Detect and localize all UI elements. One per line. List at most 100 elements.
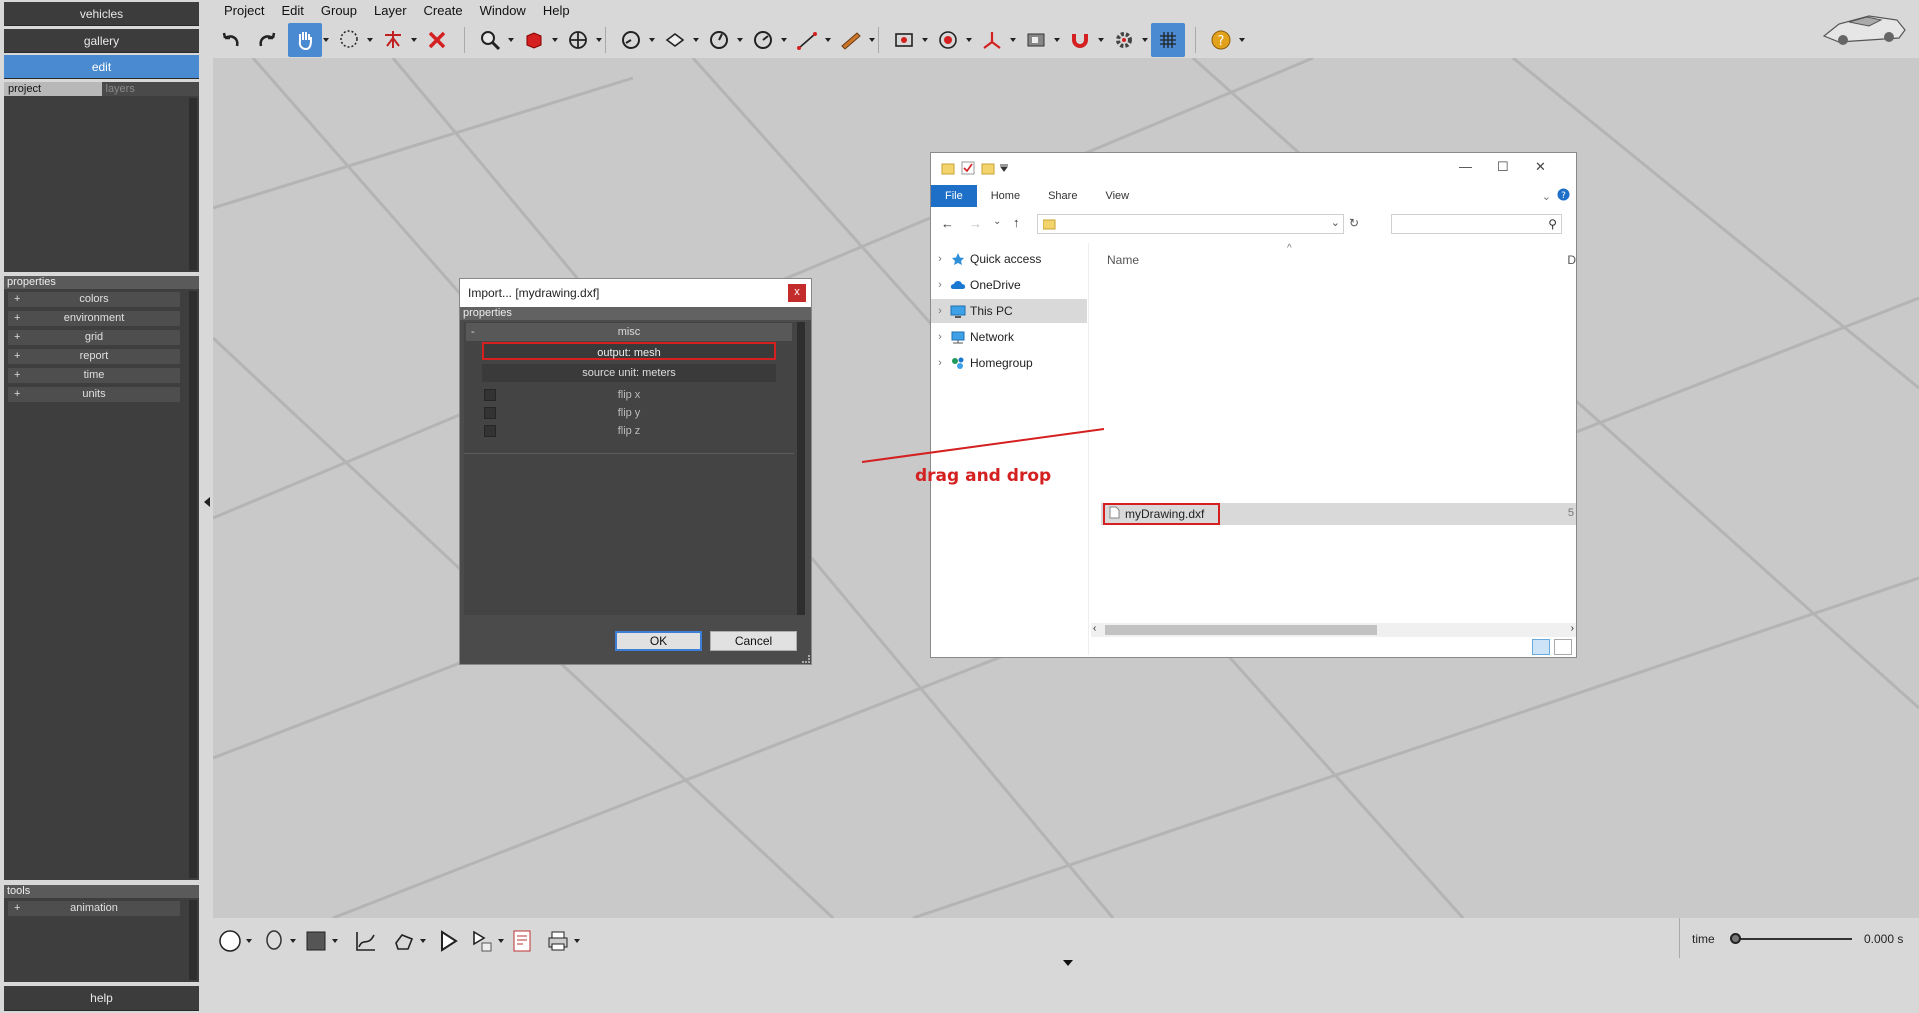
nav-gallery-button[interactable]: gallery (4, 29, 199, 53)
nav-this-pc[interactable]: › This PC (931, 299, 1087, 323)
chevron-right-icon[interactable]: › (931, 305, 949, 317)
gear-icon[interactable] (1107, 23, 1148, 57)
file-row[interactable]: myDrawing.dxf 5 (1101, 503, 1576, 525)
tool-animation[interactable]: + animation (8, 901, 180, 916)
ok-button[interactable]: OK (615, 631, 702, 651)
flip-y-checkbox[interactable] (484, 407, 496, 419)
prop-units[interactable]: + units (8, 387, 180, 402)
nav-homegroup[interactable]: › Homegroup (931, 351, 1087, 375)
new-folder-icon[interactable] (981, 161, 995, 178)
anchor-point-icon[interactable] (376, 23, 417, 57)
axis-icon[interactable] (975, 23, 1016, 57)
forward-arrow-icon[interactable]: → (969, 216, 982, 231)
customize-dropdown-icon[interactable] (999, 163, 1009, 176)
import-dialog-titlebar[interactable]: Import... [mydrawing.dxf] x (460, 279, 811, 307)
help-button[interactable]: help (4, 986, 199, 1011)
hand-pan-icon[interactable] (288, 23, 329, 57)
explorer-titlebar[interactable]: — ☐ ✕ (931, 153, 1576, 181)
nav-edit-button[interactable]: edit (4, 55, 199, 79)
refresh-icon[interactable]: ↻ (1349, 216, 1359, 230)
play-icon[interactable] (431, 924, 465, 958)
record-icon[interactable] (931, 23, 972, 57)
target-frame-icon[interactable] (887, 23, 928, 57)
resize-grip-icon[interactable] (802, 655, 810, 663)
prop-environment[interactable]: + environment (8, 311, 180, 326)
menu-create[interactable]: Create (414, 0, 470, 20)
source-unit-dropdown[interactable]: source unit: meters (482, 364, 776, 382)
misc-group-row[interactable]: - misc (466, 323, 792, 341)
prop-colors[interactable]: + colors (8, 292, 180, 307)
prop-time[interactable]: + time (8, 368, 180, 383)
horizontal-scrollbar[interactable]: ‹ › (1091, 623, 1576, 637)
undo-icon[interactable] (214, 23, 248, 57)
file-item-highlight[interactable]: myDrawing.dxf (1103, 503, 1220, 525)
flip-x-row[interactable]: flip x (482, 386, 776, 404)
close-button[interactable]: x (788, 284, 806, 302)
flip-z-row[interactable]: flip z (482, 422, 776, 440)
minimize-icon[interactable]: — (1459, 159, 1472, 174)
help-icon[interactable]: ? (1204, 23, 1245, 57)
grid-icon[interactable] (1151, 23, 1185, 57)
column-header-date[interactable]: D (1567, 253, 1576, 267)
output-mesh-dropdown[interactable]: output: mesh (482, 342, 776, 360)
map-icon[interactable] (1019, 23, 1060, 57)
measure-icon[interactable] (790, 23, 831, 57)
flip-x-checkbox[interactable] (484, 389, 496, 401)
print-icon[interactable] (541, 924, 580, 958)
address-dropdown-icon[interactable]: ⌄ (1331, 216, 1340, 229)
tab-project[interactable]: project (4, 82, 102, 96)
menu-edit[interactable]: Edit (271, 0, 310, 20)
lasso-select-icon[interactable] (332, 23, 373, 57)
tab-layers[interactable]: layers (102, 82, 200, 96)
circle-shape-icon[interactable] (213, 924, 252, 958)
large-icons-view-icon[interactable] (1554, 639, 1572, 655)
zoom-icon[interactable] (473, 23, 514, 57)
expand-ribbon-chevron-icon[interactable]: ⌄ (1536, 190, 1557, 203)
details-view-icon[interactable] (1532, 639, 1550, 655)
time-slider-track[interactable] (1734, 938, 1852, 940)
help-icon[interactable]: ? (1557, 188, 1576, 204)
menu-group[interactable]: Group (311, 0, 364, 20)
flip-y-row[interactable]: flip y (482, 404, 776, 422)
dial-2-icon[interactable] (702, 23, 743, 57)
cancel-button[interactable]: Cancel (710, 631, 797, 651)
scroll-left-icon[interactable]: ‹ (1093, 623, 1096, 634)
chart-icon[interactable] (349, 924, 383, 958)
collapse-panel-arrow-icon[interactable] (204, 497, 210, 507)
move-icon[interactable] (561, 23, 602, 57)
fill-color-icon[interactable] (299, 924, 338, 958)
chevron-right-icon[interactable]: › (931, 253, 949, 265)
maximize-icon[interactable]: ☐ (1497, 159, 1509, 175)
magnet-icon[interactable] (1063, 23, 1104, 57)
prop-grid[interactable]: + grid (8, 330, 180, 345)
play-list-icon[interactable] (465, 924, 504, 958)
shape-edit-icon[interactable] (387, 924, 426, 958)
ribbon-view-tab[interactable]: View (1091, 190, 1143, 202)
menu-project[interactable]: Project (214, 0, 271, 20)
red-box-icon[interactable] (517, 23, 558, 57)
expand-down-arrow-icon[interactable] (1063, 960, 1073, 966)
dial-3-icon[interactable] (746, 23, 787, 57)
menu-layer[interactable]: Layer (364, 0, 414, 20)
nav-quick-access[interactable]: › Quick access (931, 247, 1087, 271)
recent-dropdown-icon[interactable]: ⌄ (993, 216, 1001, 227)
ruler-icon[interactable] (834, 23, 875, 57)
chevron-right-icon[interactable]: › (931, 279, 949, 291)
flip-z-checkbox[interactable] (484, 425, 496, 437)
redo-icon[interactable] (250, 23, 284, 57)
scroll-right-icon[interactable]: › (1571, 623, 1574, 634)
menu-window[interactable]: Window (470, 0, 533, 20)
prop-report[interactable]: + report (8, 349, 180, 364)
tools-scrollbar[interactable] (189, 900, 197, 980)
report-icon[interactable] (505, 924, 539, 958)
nav-vehicles-button[interactable]: vehicles (4, 2, 199, 26)
ribbon-share-tab[interactable]: Share (1034, 190, 1091, 202)
nav-onedrive[interactable]: › OneDrive (931, 273, 1087, 297)
properties-scrollbar[interactable] (189, 291, 197, 878)
chevron-right-icon[interactable]: › (931, 357, 949, 369)
back-arrow-icon[interactable]: ← (941, 216, 954, 231)
delete-x-icon[interactable] (420, 23, 454, 57)
import-scrollbar[interactable] (797, 322, 805, 615)
ribbon-home-tab[interactable]: Home (977, 190, 1034, 202)
up-arrow-icon[interactable]: ↑ (1013, 215, 1020, 230)
